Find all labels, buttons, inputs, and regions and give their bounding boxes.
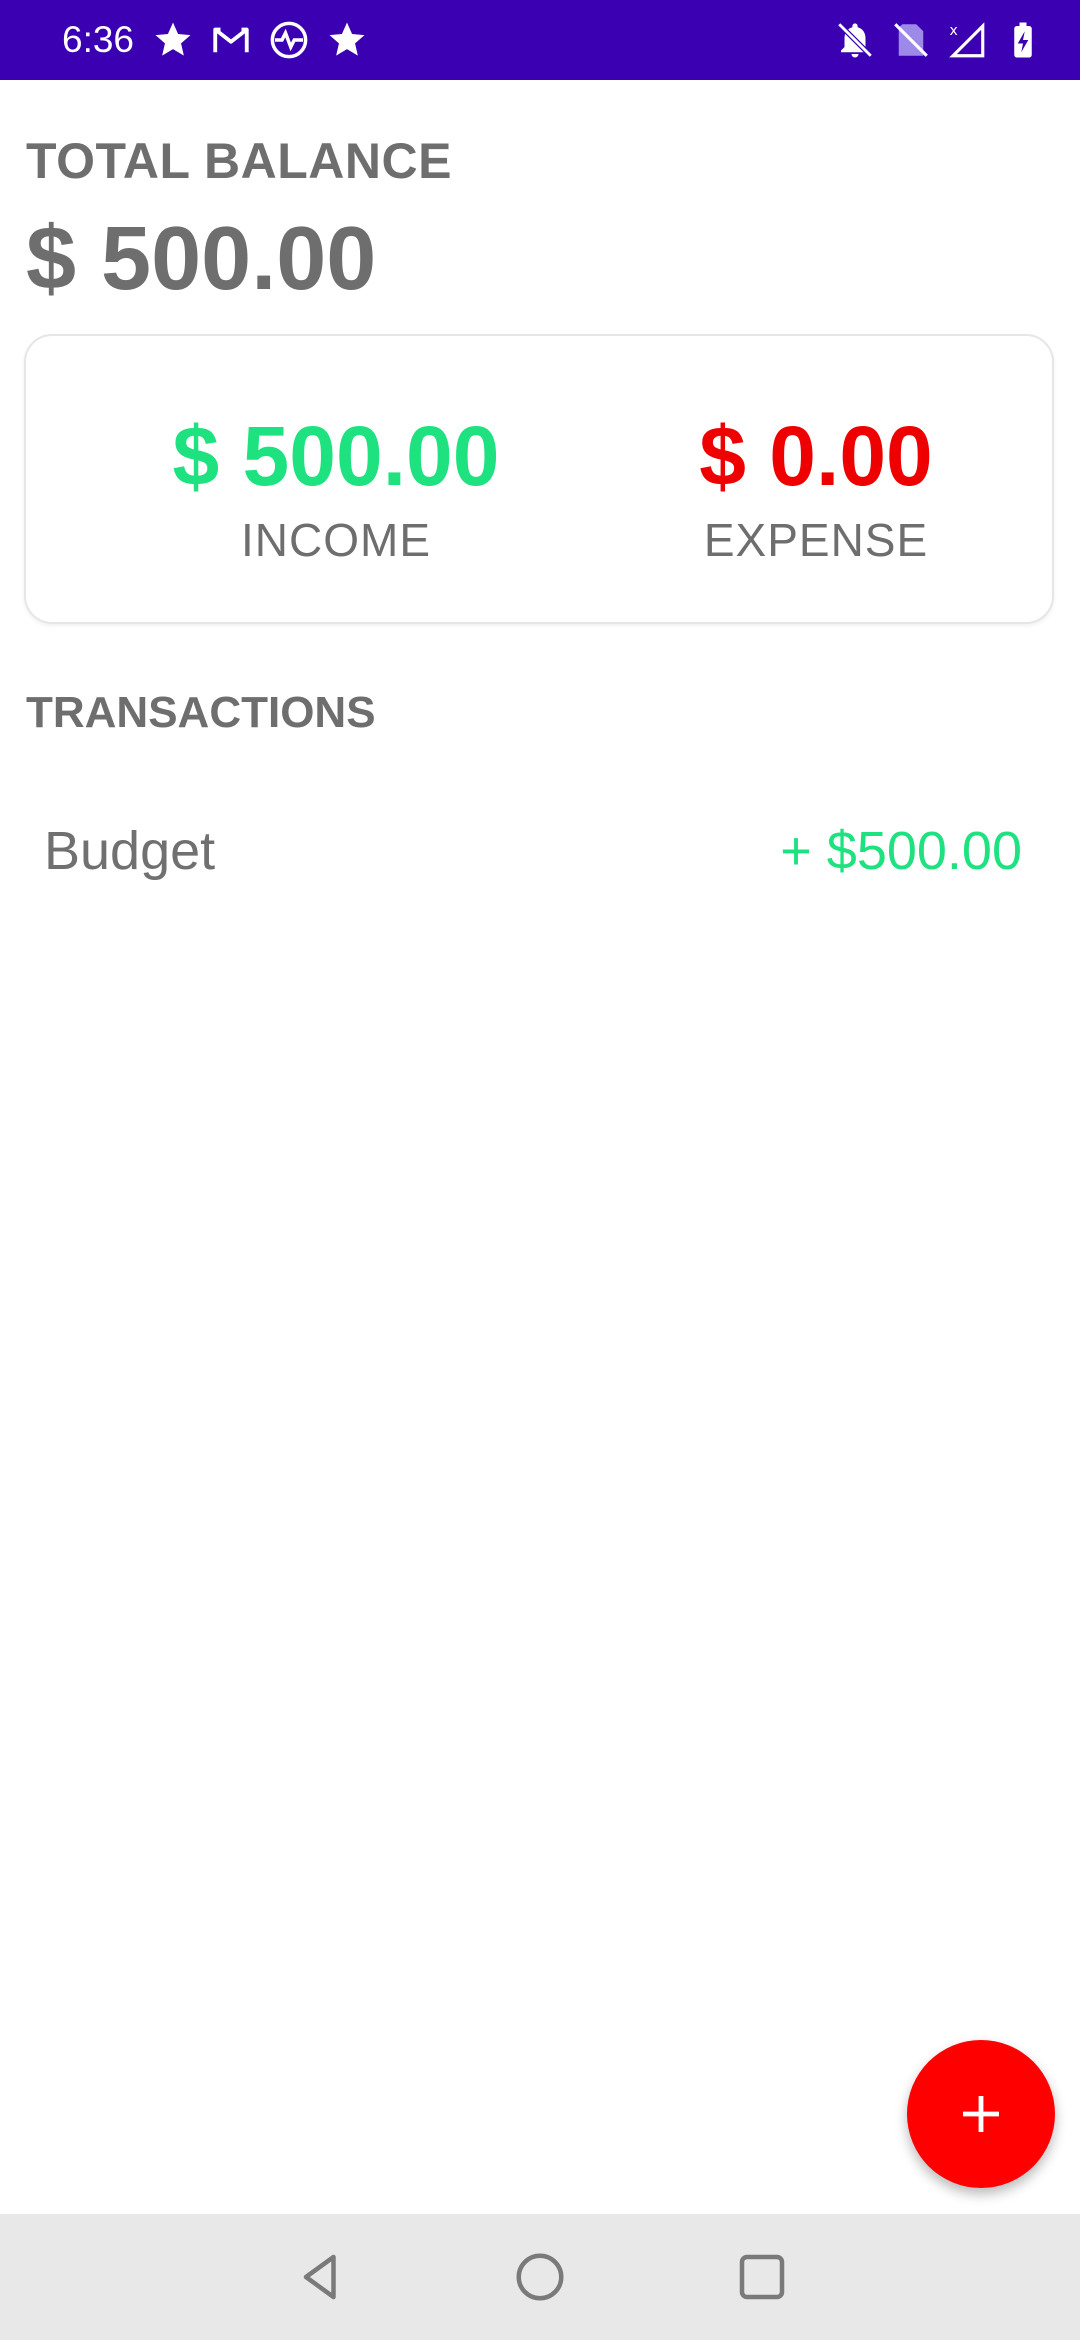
signal-icon: x	[949, 22, 985, 58]
add-transaction-button[interactable]	[907, 2040, 1055, 2188]
app-screen: 6:36 x TOTAL BALANCE $ 500.00 $ 500.00 I…	[0, 0, 1080, 2340]
transactions-heading: TRANSACTIONS	[26, 688, 376, 737]
income-amount: $ 500.00	[172, 409, 500, 503]
home-icon[interactable]	[510, 2247, 570, 2307]
income-label: INCOME	[241, 514, 431, 566]
gmail-icon	[213, 27, 249, 53]
total-balance-label: TOTAL BALANCE	[26, 133, 452, 189]
transaction-name: Budget	[44, 821, 216, 881]
transaction-row[interactable]: Budget + $500.00	[24, 800, 1054, 900]
battery-charging-icon	[1014, 22, 1032, 58]
summary-card: $ 500.00 INCOME $ 0.00 EXPENSE	[24, 334, 1054, 624]
bell-off-icon	[837, 22, 873, 58]
transaction-amount: + $500.00	[780, 821, 1022, 881]
star-icon	[329, 22, 365, 56]
activity-icon	[270, 21, 308, 59]
expense-summary: $ 0.00 EXPENSE	[586, 406, 1046, 570]
status-time: 6:36	[62, 19, 135, 60]
expense-label: EXPENSE	[703, 514, 929, 566]
notification-icons	[152, 18, 368, 62]
system-nav-bar	[0, 2214, 1080, 2340]
plus-icon	[963, 2096, 999, 2132]
back-icon[interactable]	[291, 2247, 351, 2307]
status-bar: 6:36 x	[0, 0, 1080, 80]
recents-icon[interactable]	[732, 2247, 792, 2307]
no-sim-icon	[894, 23, 928, 57]
svg-text:x: x	[950, 23, 958, 39]
income-summary: $ 500.00 INCOME	[106, 406, 566, 570]
system-icons: x	[834, 18, 1044, 62]
expense-amount: $ 0.00	[699, 409, 933, 503]
star-icon	[155, 22, 191, 56]
total-balance-value: $ 500.00	[26, 209, 377, 309]
